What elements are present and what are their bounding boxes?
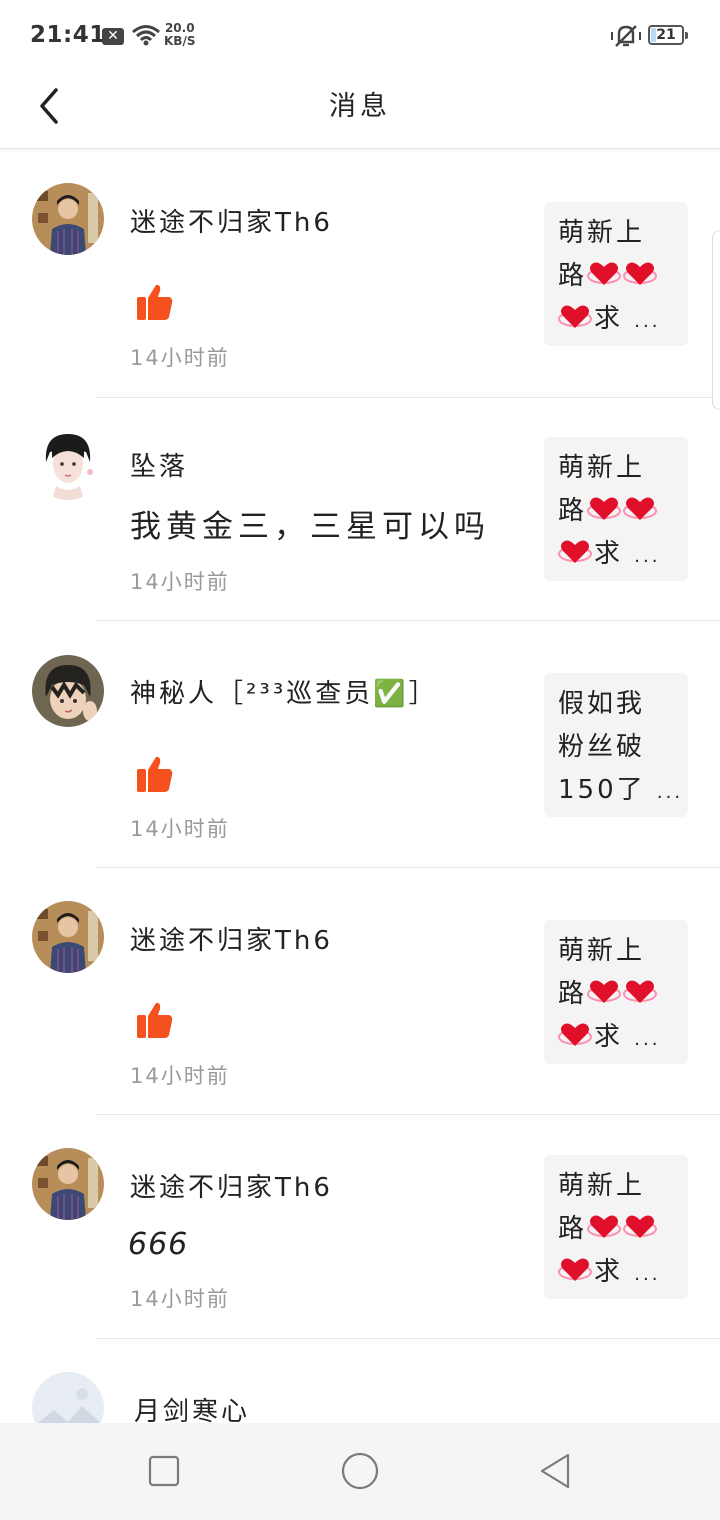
- sender-name[interactable]: 迷途不归家Th6: [130, 920, 333, 957]
- message-time: 14小时前: [130, 570, 230, 594]
- thumbs-up-icon: [134, 1000, 174, 1040]
- list-item[interactable]: 迷途不归家Th6 14小时前 萌新上 路 求 ...: [0, 150, 720, 398]
- hearts-emoji-icon: [587, 1215, 622, 1238]
- scrollbar-handle[interactable]: [712, 230, 720, 410]
- preview-line-1: 萌新上: [558, 936, 646, 966]
- close-box-icon: ✕: [102, 28, 124, 45]
- preview-line-3: 150了: [558, 775, 646, 805]
- post-preview[interactable]: 假如我 粉丝破 150了 ...: [544, 673, 688, 817]
- list-item[interactable]: 神秘人［²³³巡查员✅］ 14小时前 假如我 粉丝破 150了 ...: [0, 621, 720, 868]
- preview-line-1: 萌新上: [558, 1171, 646, 1201]
- message-content: 我黄金三，三星可以吗: [130, 509, 490, 545]
- battery-level: 21: [656, 27, 676, 43]
- network-speed: 20.0 KB/S: [164, 22, 195, 48]
- message-time: 14小时前: [130, 1064, 230, 1088]
- list-item[interactable]: 坠落 我黄金三，三星可以吗 14小时前 萌新上 路 求 ...: [0, 398, 720, 622]
- message-content: 666: [128, 1227, 189, 1262]
- thumbs-up-icon: [134, 754, 174, 794]
- list-item[interactable]: 月剑寒心: [0, 1339, 720, 1423]
- preview-ellipsis: ...: [634, 311, 661, 332]
- post-preview[interactable]: 萌新上 路 求 ...: [544, 437, 688, 581]
- sender-name[interactable]: 月剑寒心: [134, 1391, 250, 1423]
- hearts-emoji-icon: [587, 980, 622, 1003]
- silent-bell-icon: [611, 25, 641, 47]
- preview-line-2: 路: [558, 979, 588, 1009]
- speed-unit: KB/S: [164, 34, 196, 48]
- triangle-back-icon: [540, 1453, 570, 1489]
- preview-line-1: 萌新上: [558, 218, 646, 248]
- hearts-emoji-icon: [558, 1258, 592, 1281]
- post-preview[interactable]: 萌新上 路 求 ...: [544, 920, 688, 1064]
- nav-back-button[interactable]: [536, 1451, 576, 1495]
- sender-name[interactable]: 迷途不归家Th6: [130, 1167, 333, 1204]
- preview-line-2: 路: [558, 496, 588, 526]
- avatar[interactable]: [32, 1148, 104, 1220]
- hearts-emoji-icon: [558, 540, 592, 563]
- preview-ellipsis: ...: [634, 1029, 661, 1050]
- avatar[interactable]: [32, 428, 104, 500]
- wifi-icon: [132, 25, 160, 46]
- preview-line-1: 萌新上: [558, 453, 646, 483]
- hearts-emoji-icon: [587, 497, 622, 520]
- preview-line-3: 求: [594, 539, 624, 569]
- preview-line-2: 粉丝破: [558, 732, 646, 762]
- square-icon: [148, 1455, 180, 1487]
- message-time: 14小时前: [130, 1287, 230, 1311]
- preview-line-3: 求: [594, 304, 624, 334]
- sender-name[interactable]: 迷途不归家Th6: [130, 202, 333, 239]
- post-preview[interactable]: 萌新上 路 求 ...: [544, 202, 688, 346]
- preview-line-1: 假如我: [558, 689, 646, 719]
- page-title: 消息: [329, 91, 391, 122]
- hearts-emoji-icon: [623, 980, 658, 1003]
- status-time: 21:41: [30, 22, 106, 48]
- sender-name[interactable]: 坠落: [130, 446, 188, 483]
- post-preview[interactable]: 萌新上 路 求 ...: [544, 1155, 688, 1299]
- message-time: 14小时前: [130, 817, 230, 841]
- preview-ellipsis: ...: [634, 1264, 661, 1285]
- preview-line-3: 求: [594, 1022, 624, 1052]
- circle-icon: [341, 1452, 379, 1490]
- status-bar: 21:41 ✕ 20.0 KB/S 21: [0, 0, 720, 72]
- preview-line-2: 路: [558, 261, 588, 291]
- header: 消息: [0, 72, 720, 149]
- hearts-emoji-icon: [587, 262, 622, 285]
- hearts-emoji-icon: [558, 305, 592, 328]
- hearts-emoji-icon: [623, 1215, 658, 1238]
- preview-line-2: 路: [558, 1214, 588, 1244]
- preview-line-3: 求: [594, 1257, 624, 1287]
- thumbs-up-icon: [134, 282, 174, 322]
- hearts-emoji-icon: [623, 497, 658, 520]
- avatar[interactable]: [32, 655, 104, 727]
- hearts-emoji-icon: [623, 262, 658, 285]
- sender-name[interactable]: 神秘人［²³³巡查员✅］: [130, 673, 438, 710]
- recent-apps-button[interactable]: [146, 1451, 182, 1495]
- list-item[interactable]: 迷途不归家Th6 666 14小时前 萌新上 路 求 ...: [0, 1115, 720, 1339]
- avatar[interactable]: [32, 183, 104, 255]
- hearts-emoji-icon: [558, 1023, 592, 1046]
- preview-ellipsis: ...: [634, 546, 661, 567]
- home-button[interactable]: [340, 1451, 380, 1495]
- list-item[interactable]: 迷途不归家Th6 14小时前 萌新上 路 求 ...: [0, 868, 720, 1115]
- avatar[interactable]: [32, 901, 104, 973]
- system-nav-bar: [0, 1423, 720, 1520]
- preview-ellipsis: ...: [656, 782, 684, 803]
- message-time: 14小时前: [130, 346, 230, 370]
- battery-icon: 21: [648, 25, 688, 45]
- avatar[interactable]: [32, 1372, 104, 1423]
